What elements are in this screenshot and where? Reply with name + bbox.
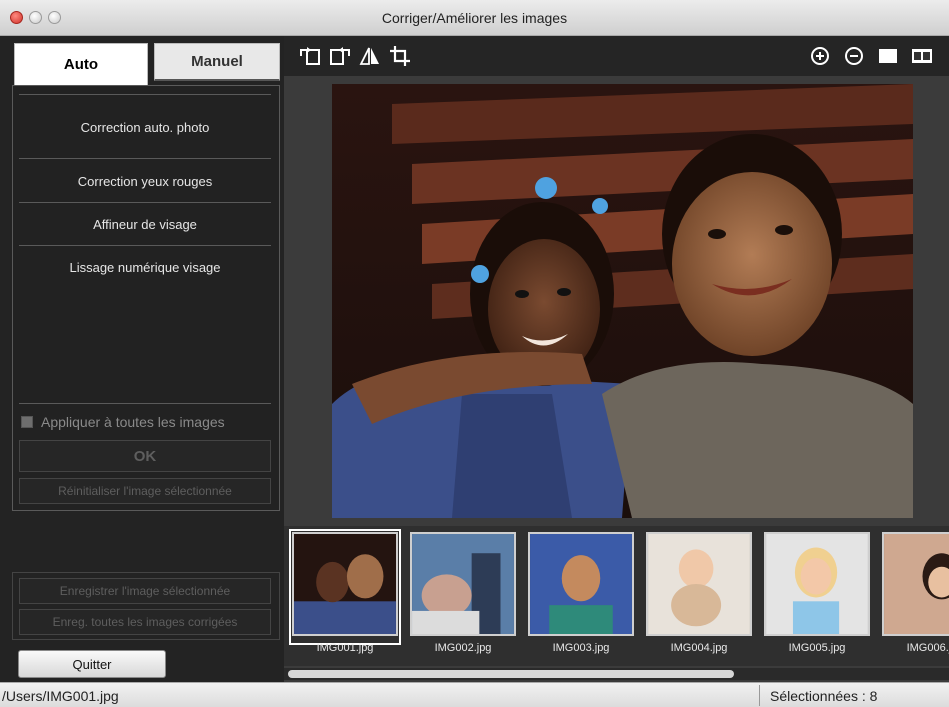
correction-panel: Auto Manuel Correction auto. photo Corre… [0, 36, 284, 682]
auto-photo-fix-button[interactable]: Correction auto. photo [19, 120, 271, 135]
separator [19, 94, 271, 95]
thumbnail-label: IMG001.jpg [316, 642, 374, 654]
auto-correction-box: Correction auto. photo Correction yeux r… [12, 85, 280, 511]
tab-manuel[interactable]: Manuel [154, 43, 280, 81]
preview-image[interactable] [332, 84, 913, 518]
thumbnail-image [410, 532, 516, 636]
thumbnail-image [528, 532, 634, 636]
status-divider [759, 685, 760, 706]
zoom-out-icon[interactable] [842, 44, 866, 68]
zoom-in-icon[interactable] [808, 44, 832, 68]
quit-button[interactable]: Quitter [18, 650, 166, 678]
thumbnail-image [764, 532, 870, 636]
tab-auto[interactable]: Auto [14, 43, 148, 85]
title-bar: Corriger/Améliorer les images [0, 0, 949, 36]
scrollbar-thumb[interactable] [288, 670, 734, 678]
separator [19, 403, 271, 404]
window-title: Corriger/Améliorer les images [381, 10, 568, 26]
mode-tabs: Auto Manuel [12, 43, 280, 85]
thumbnail-label: IMG002.jpg [434, 642, 492, 654]
thumbnail-label: IMG003.jpg [552, 642, 610, 654]
separator [19, 202, 271, 203]
reset-selected-image-button[interactable]: Réinitialiser l'image sélectionnée [19, 478, 271, 504]
save-box: Enregistrer l'image sélectionnée Enreg. … [12, 572, 280, 640]
thumbnail-image [646, 532, 752, 636]
apply-to-all-option[interactable]: Appliquer à toutes les images [21, 414, 225, 430]
save-all-corrected-button[interactable]: Enreg. toutes les images corrigées [19, 609, 271, 635]
crop-icon[interactable] [388, 44, 412, 68]
thumbnail-item[interactable]: IMG004.jpg [646, 532, 752, 654]
separator [19, 245, 271, 246]
thumbnail-label: IMG004.jpg [670, 642, 728, 654]
red-eye-correction-button[interactable]: Correction yeux rouges [19, 174, 271, 189]
flip-icon[interactable] [358, 44, 382, 68]
thumbnail-label: IMG006.jpg [906, 642, 949, 654]
face-sharpener-button[interactable]: Affineur de visage [19, 217, 271, 232]
save-selected-image-button[interactable]: Enregistrer l'image sélectionnée [19, 578, 271, 604]
toolbar [284, 36, 949, 76]
status-bar: /Users/IMG001.jpg Sélectionnées : 8 [0, 682, 949, 707]
apply-to-all-label: Appliquer à toutes les images [41, 414, 225, 430]
thumbnail-item[interactable]: IMG002.jpg [410, 532, 516, 654]
selected-count: Sélectionnées : 8 [770, 688, 878, 704]
thumbnail-strip: IMG001.jpg IMG002.jpg IMG003.jpg IMG004.… [284, 526, 949, 666]
thumbnail-item[interactable]: IMG006.jpg [882, 532, 949, 654]
ok-button[interactable]: OK [19, 440, 271, 472]
thumbnail-image [292, 532, 398, 636]
image-area: IMG001.jpg IMG002.jpg IMG003.jpg IMG004.… [284, 36, 949, 682]
apply-to-all-checkbox[interactable] [21, 416, 33, 428]
rotate-right-icon[interactable] [328, 44, 352, 68]
file-path: /Users/IMG001.jpg [2, 688, 119, 704]
digital-face-smoothing-button[interactable]: Lissage numérique visage [19, 260, 271, 275]
thumbnail-item[interactable]: IMG001.jpg [289, 529, 401, 654]
separator [19, 158, 271, 159]
thumbnail-label: IMG005.jpg [788, 642, 846, 654]
thumbnail-scrollbar[interactable] [284, 668, 949, 680]
thumbnail-item[interactable]: IMG003.jpg [528, 532, 634, 654]
thumbnail-item[interactable]: IMG005.jpg [764, 532, 870, 654]
compare-view-icon[interactable] [910, 44, 934, 68]
full-view-icon[interactable] [876, 44, 900, 68]
rotate-left-icon[interactable] [298, 44, 322, 68]
thumbnail-image [882, 532, 949, 636]
